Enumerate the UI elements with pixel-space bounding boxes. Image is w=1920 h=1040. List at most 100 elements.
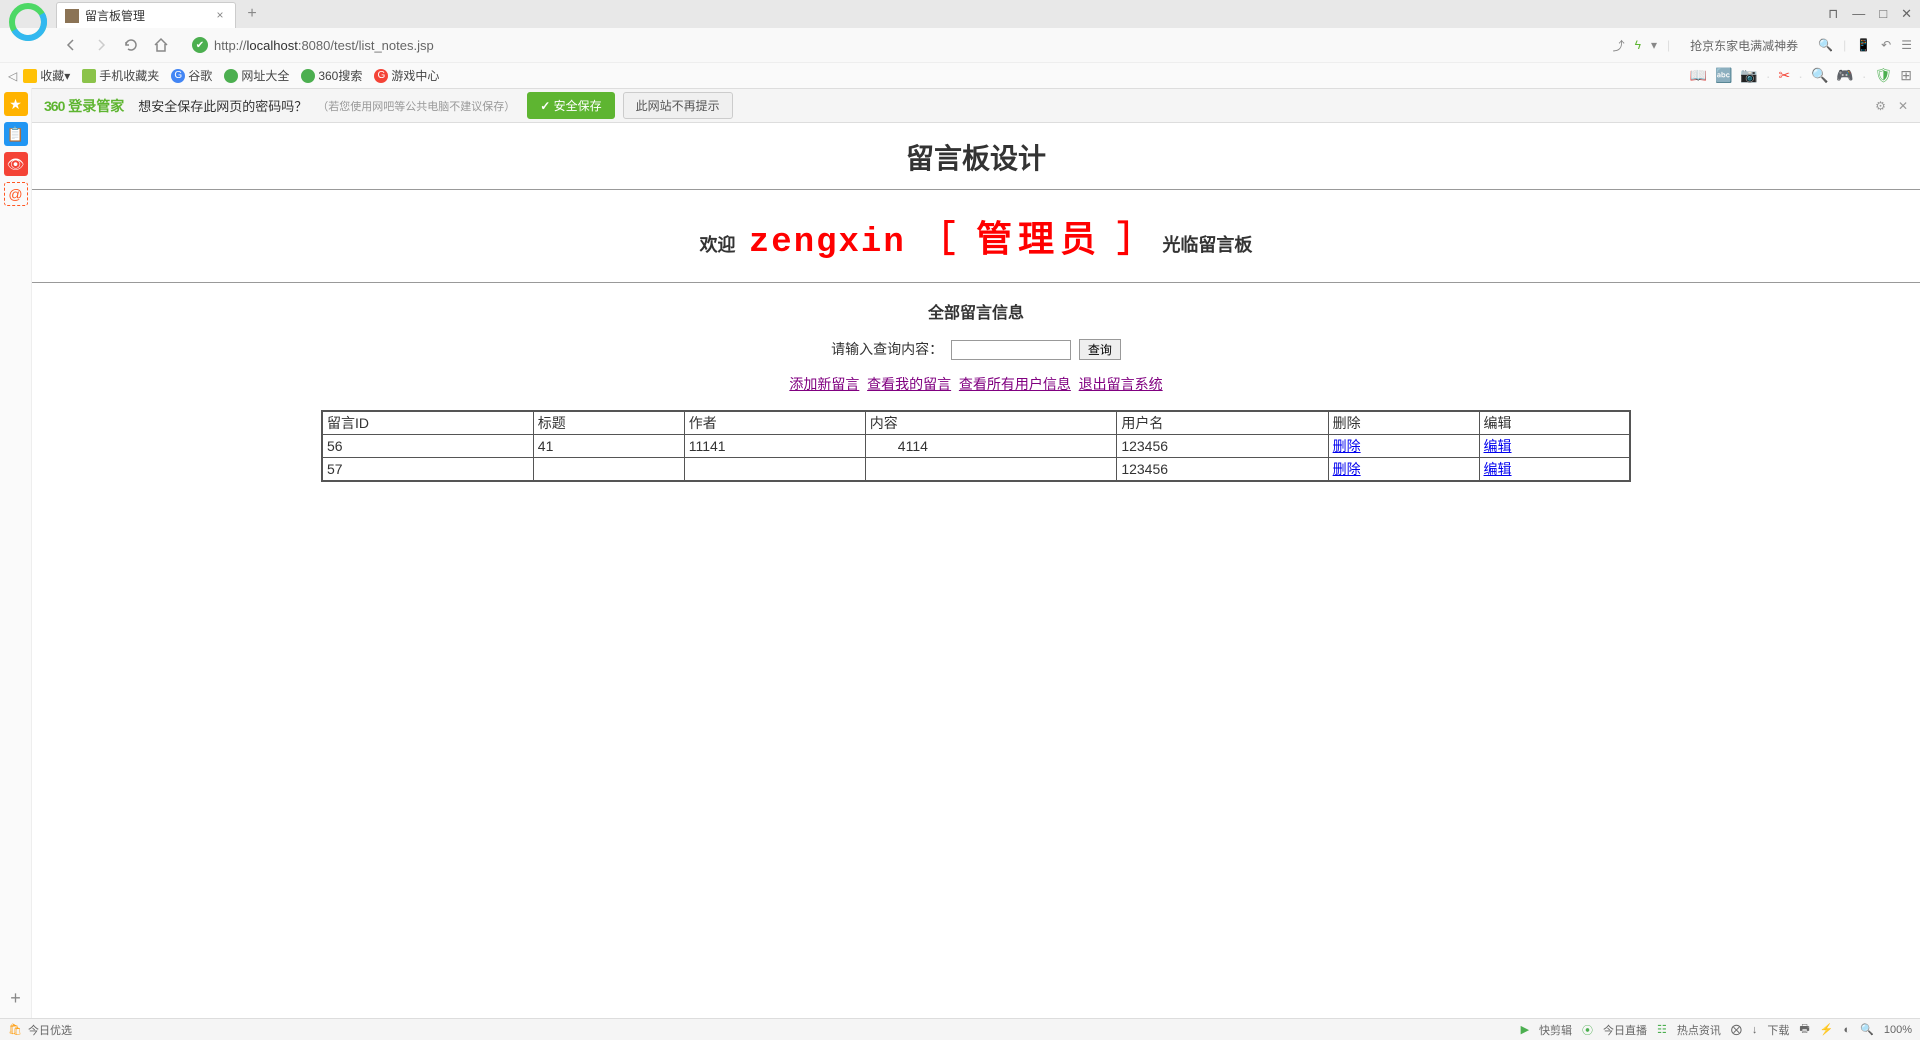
table-row: 57 123456 删除 编辑 xyxy=(322,458,1630,482)
link-add-note[interactable]: 添加新留言 xyxy=(789,376,859,392)
status-dl-icon[interactable]: ↓ xyxy=(1752,1024,1758,1036)
bookmark-sites[interactable]: 网址大全 xyxy=(224,67,289,84)
status-hot[interactable]: 热点资讯 xyxy=(1677,1022,1721,1038)
window-close-icon[interactable]: ✕ xyxy=(1901,6,1912,22)
window-minimize-icon[interactable]: — xyxy=(1852,6,1865,22)
ext-screenshot-icon[interactable]: 📷 xyxy=(1740,67,1757,84)
page-title: 留言板设计 xyxy=(32,137,1920,177)
undo-icon[interactable]: ↶ xyxy=(1881,38,1891,52)
game-icon: G xyxy=(374,69,388,83)
th-author: 作者 xyxy=(684,411,865,435)
ext-apps-icon[interactable]: ⊞ xyxy=(1900,67,1912,84)
link-my-notes[interactable]: 查看我的留言 xyxy=(867,376,951,392)
menu-icon[interactable]: ☰ xyxy=(1901,38,1912,52)
browser-tab[interactable]: 留言板管理 × xyxy=(56,2,236,28)
status-gift-icon[interactable]: 🛍 xyxy=(8,1023,22,1036)
cell-user: 123456 xyxy=(1117,458,1328,482)
th-content: 内容 xyxy=(865,411,1117,435)
cell-id: 57 xyxy=(322,458,533,482)
divider xyxy=(32,189,1920,190)
dropdown-icon[interactable]: ▾ xyxy=(1651,38,1657,52)
cell-user: 123456 xyxy=(1117,435,1328,458)
link-all-users[interactable]: 查看所有用户信息 xyxy=(959,376,1071,392)
forward-button[interactable] xyxy=(90,34,112,56)
tab-title: 留言板管理 xyxy=(85,7,213,24)
password-prompt-text: 想安全保存此网页的密码吗？ xyxy=(138,96,307,115)
never-save-button[interactable]: 此网站不再提示 xyxy=(623,92,733,119)
welcome-suffix: 光临留言板 xyxy=(1162,235,1252,255)
delete-link[interactable]: 删除 xyxy=(1333,438,1361,454)
status-hot-icon[interactable]: ☷ xyxy=(1657,1023,1667,1036)
cell-content xyxy=(865,458,1117,482)
pwd-close-icon[interactable]: ✕ xyxy=(1898,99,1908,113)
ext-shield-icon[interactable]: 🛡 xyxy=(1874,67,1892,84)
cell-content: 4114 xyxy=(865,435,1117,458)
address-bar[interactable]: ✔ http://localhost:8080/test/list_notes.… xyxy=(184,32,1605,58)
flash-icon[interactable]: ϟ xyxy=(1635,38,1641,52)
password-manager-logo: 360 登录管家 xyxy=(44,96,124,116)
status-tool3-icon[interactable]: ◐ xyxy=(1844,1024,1851,1036)
status-cut-icon[interactable]: ▶ xyxy=(1521,1023,1529,1036)
ext-cut-icon[interactable]: ✂ xyxy=(1779,67,1791,84)
home-button[interactable] xyxy=(150,34,172,56)
ext-gamepad-icon[interactable]: 🎮 xyxy=(1836,67,1853,84)
th-delete: 删除 xyxy=(1328,411,1479,435)
sidebar-at[interactable]: @ xyxy=(4,182,28,206)
status-dl[interactable]: 下载 xyxy=(1767,1022,1789,1038)
window-pip-icon[interactable]: ⊓ xyxy=(1828,6,1838,22)
ext-book-icon[interactable]: 📖 xyxy=(1690,67,1707,84)
cell-author: 11141 xyxy=(684,435,865,458)
status-zoom-icon[interactable]: 🔍 xyxy=(1860,1023,1874,1036)
status-cut[interactable]: 快剪辑 xyxy=(1539,1022,1572,1038)
sidebar-docs[interactable]: 📋 xyxy=(4,122,28,146)
sidebar-add[interactable]: + xyxy=(4,986,28,1010)
bookmark-expand-icon[interactable]: ◁ xyxy=(8,69,17,83)
bookmark-games[interactable]: G游戏中心 xyxy=(374,67,439,84)
cell-id: 56 xyxy=(322,435,533,458)
ext-search-icon[interactable]: 🔍 xyxy=(1811,67,1828,84)
th-title: 标题 xyxy=(533,411,684,435)
status-zoom: 100% xyxy=(1884,1024,1912,1036)
status-tool1-icon[interactable]: 🖶 xyxy=(1799,1020,1809,1039)
url-text: http://localhost:8080/test/list_notes.js… xyxy=(214,38,434,53)
globe-icon xyxy=(224,69,238,83)
status-mute-icon[interactable]: ⨂ xyxy=(1731,1023,1742,1036)
edit-link[interactable]: 编辑 xyxy=(1484,438,1512,454)
pwd-settings-icon[interactable]: ⚙ xyxy=(1875,99,1886,113)
ext-translate-icon[interactable]: 🔤 xyxy=(1715,67,1732,84)
th-edit: 编辑 xyxy=(1479,411,1630,435)
status-tool2-icon[interactable]: ⚡ xyxy=(1820,1023,1834,1036)
edit-link[interactable]: 编辑 xyxy=(1484,461,1512,477)
status-today[interactable]: 今日优选 xyxy=(28,1022,72,1038)
search-icon[interactable]: 🔍 xyxy=(1818,38,1833,52)
share-icon[interactable]: ⤴ xyxy=(1613,37,1625,54)
cell-title xyxy=(533,458,684,482)
th-user: 用户名 xyxy=(1117,411,1328,435)
status-live-icon[interactable]: ⦿ xyxy=(1582,1022,1593,1038)
bookmark-360search[interactable]: 360搜索 xyxy=(301,67,362,84)
new-tab-button[interactable]: + xyxy=(240,2,264,26)
promo-text[interactable]: 抢京东家电满减神券 xyxy=(1690,37,1798,54)
delete-link[interactable]: 删除 xyxy=(1333,461,1361,477)
window-maximize-icon[interactable]: □ xyxy=(1879,6,1887,22)
bookmark-mobile[interactable]: 手机收藏夹 xyxy=(82,67,159,84)
browser-logo xyxy=(8,2,48,42)
th-id: 留言ID xyxy=(322,411,533,435)
link-logout[interactable]: 退出留言系统 xyxy=(1079,376,1163,392)
tab-close-icon[interactable]: × xyxy=(213,9,227,23)
status-live[interactable]: 今日直播 xyxy=(1603,1022,1647,1038)
sidebar-star[interactable]: ★ xyxy=(4,92,28,116)
refresh-button[interactable] xyxy=(120,34,142,56)
mobile-icon[interactable]: 📱 xyxy=(1856,38,1871,52)
search-button[interactable]: 查询 xyxy=(1079,339,1121,360)
welcome-line: 欢迎 zengxin ［ 管理员 ］ 光临留言板 xyxy=(32,210,1920,262)
save-password-button[interactable]: 安全保存 xyxy=(527,92,614,119)
welcome-username: zengxin xyxy=(749,224,906,262)
back-button[interactable] xyxy=(60,34,82,56)
bookmark-google[interactable]: G谷歌 xyxy=(171,67,212,84)
search-input[interactable] xyxy=(951,340,1071,360)
sidebar-weibo[interactable]: 👁 xyxy=(4,152,28,176)
bookmark-favorites[interactable]: 收藏 ▾ xyxy=(23,67,70,84)
notes-table: 留言ID 标题 作者 内容 用户名 删除 编辑 56 41 11141 4114… xyxy=(321,410,1631,482)
password-hint-text: （若您使用网吧等公共电脑不建议保存） xyxy=(317,98,515,114)
